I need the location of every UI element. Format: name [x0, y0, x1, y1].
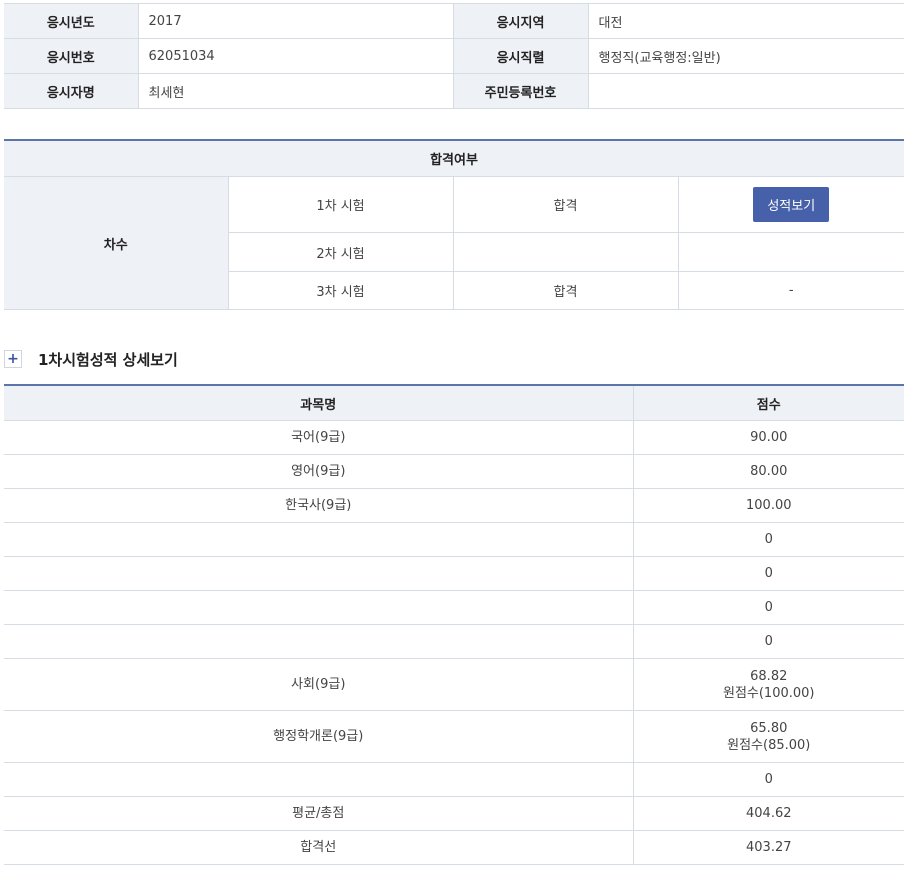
- id-label: 주민등록번호: [452, 73, 589, 109]
- result-row: 차수 1차 시험 합격 성적보기: [4, 176, 905, 310]
- plus-icon[interactable]: +: [4, 350, 22, 368]
- subject-cell: 영어(9급): [4, 454, 634, 489]
- score-cell: 0: [632, 556, 904, 591]
- name-label: 응시자명: [4, 73, 139, 109]
- id-value: [587, 73, 904, 109]
- number-value: 62051034: [137, 38, 454, 74]
- year-label: 응시년도: [4, 3, 139, 39]
- score-row: 국어(9급) 90.00: [4, 420, 904, 455]
- score-value: 0: [764, 772, 773, 787]
- score-row: 평균/총점 404.62: [4, 796, 904, 831]
- score-value: 0: [764, 634, 773, 649]
- subject-cell: [4, 522, 634, 557]
- position-value: 행정직(교육행정:일반): [587, 38, 904, 74]
- exam-action: 성적보기: [677, 176, 905, 233]
- region-label: 응시지역: [452, 3, 589, 39]
- score-value: 0: [764, 532, 773, 547]
- score-value: 65.80: [750, 720, 788, 736]
- score-row: 영어(9급) 80.00: [4, 454, 904, 489]
- score-row: 0: [4, 590, 904, 625]
- score-value: 0: [764, 600, 773, 615]
- score-cell: 90.00: [632, 420, 904, 455]
- score-value: 404.62: [746, 806, 792, 821]
- subject-column-header: 과목명: [4, 384, 634, 421]
- number-label: 응시번호: [4, 38, 139, 74]
- exam-name: 1차 시험: [227, 176, 454, 233]
- exam-action: [677, 232, 905, 272]
- round-label: 차수: [4, 176, 229, 310]
- score-row: 행정학개론(9급) 65.80 원점수(85.00): [4, 710, 904, 763]
- exam-status: 합격: [452, 176, 679, 233]
- subject-cell: [4, 556, 634, 591]
- subject-cell: 행정학개론(9급): [4, 710, 634, 763]
- subject-cell: 합격선: [4, 830, 634, 865]
- score-cell: 65.80 원점수(85.00): [632, 710, 904, 763]
- info-row: 응시자명 최세현 주민등록번호: [4, 73, 904, 109]
- exam-name: 3차 시험: [228, 271, 454, 310]
- raw-score-value: 원점수(85.00): [727, 737, 811, 753]
- view-score-button[interactable]: 성적보기: [753, 187, 830, 222]
- score-value: 90.00: [750, 430, 788, 445]
- subject-cell: 평균/총점: [4, 796, 634, 831]
- score-cell: 403.27: [632, 830, 904, 865]
- subject-cell: [4, 590, 634, 625]
- score-row: 0: [4, 556, 904, 591]
- exam-status: 합격: [452, 271, 679, 310]
- applicant-info-table: 응시년도 2017 응시지역 대전 응시번호 62051034 응시직렬 행정직…: [4, 3, 904, 109]
- score-cell: 100.00: [632, 488, 904, 523]
- name-value: 최세현: [137, 73, 454, 109]
- score-cell: 0: [632, 762, 904, 797]
- score-row: 0: [4, 762, 904, 797]
- score-value: 68.82: [750, 668, 788, 684]
- score-detail-table: 과목명 점수 국어(9급) 90.00 영어(9급) 80.00 한국사(9급) 100.…: [4, 384, 904, 865]
- year-value: 2017: [137, 3, 454, 39]
- score-value: 80.00: [750, 464, 788, 479]
- score-cell: 404.62: [632, 796, 904, 831]
- pass-result-table: 합격여부 차수 1차 시험 합격 성적보기 2차 시험 3차 시험 합격 -: [4, 139, 905, 310]
- result-header: 합격여부: [4, 139, 905, 177]
- section-title: + 1차시험성적 상세보기: [4, 347, 178, 371]
- raw-score-value: 원점수(100.00): [722, 685, 815, 701]
- section-title-text: 1차시험성적 상세보기: [38, 350, 178, 369]
- score-column-header: 점수: [632, 384, 904, 421]
- score-row: 0: [4, 522, 904, 557]
- score-value: 100.00: [746, 498, 792, 513]
- subject-cell: 국어(9급): [4, 420, 634, 455]
- exam-action: -: [677, 271, 905, 310]
- score-value: 0: [764, 566, 773, 581]
- score-row: 사회(9급) 68.82 원점수(100.00): [4, 658, 904, 711]
- subject-cell: 한국사(9급): [4, 488, 634, 523]
- position-label: 응시직렬: [452, 38, 589, 74]
- subject-cell: 사회(9급): [4, 658, 634, 711]
- info-row: 응시번호 62051034 응시직렬 행정직(교육행정:일반): [4, 38, 904, 74]
- result-header-row: 합격여부: [4, 139, 905, 177]
- score-row: 합격선 403.27: [4, 830, 904, 865]
- score-cell: 0: [632, 522, 904, 557]
- score-cell: 0: [632, 590, 904, 625]
- subject-cell: [4, 762, 634, 797]
- score-cell: 68.82 원점수(100.00): [632, 658, 904, 711]
- score-row: 한국사(9급) 100.00: [4, 488, 904, 523]
- score-cell: 80.00: [632, 454, 904, 489]
- region-value: 대전: [587, 3, 904, 39]
- subject-cell: [4, 624, 634, 659]
- score-cell: 0: [632, 624, 904, 659]
- exam-status: [452, 232, 679, 272]
- info-row: 응시년도 2017 응시지역 대전: [4, 3, 904, 39]
- score-header-row: 과목명 점수: [4, 384, 904, 421]
- score-row: 0: [4, 624, 904, 659]
- exam-name: 2차 시험: [228, 232, 454, 272]
- score-value: 403.27: [746, 840, 792, 855]
